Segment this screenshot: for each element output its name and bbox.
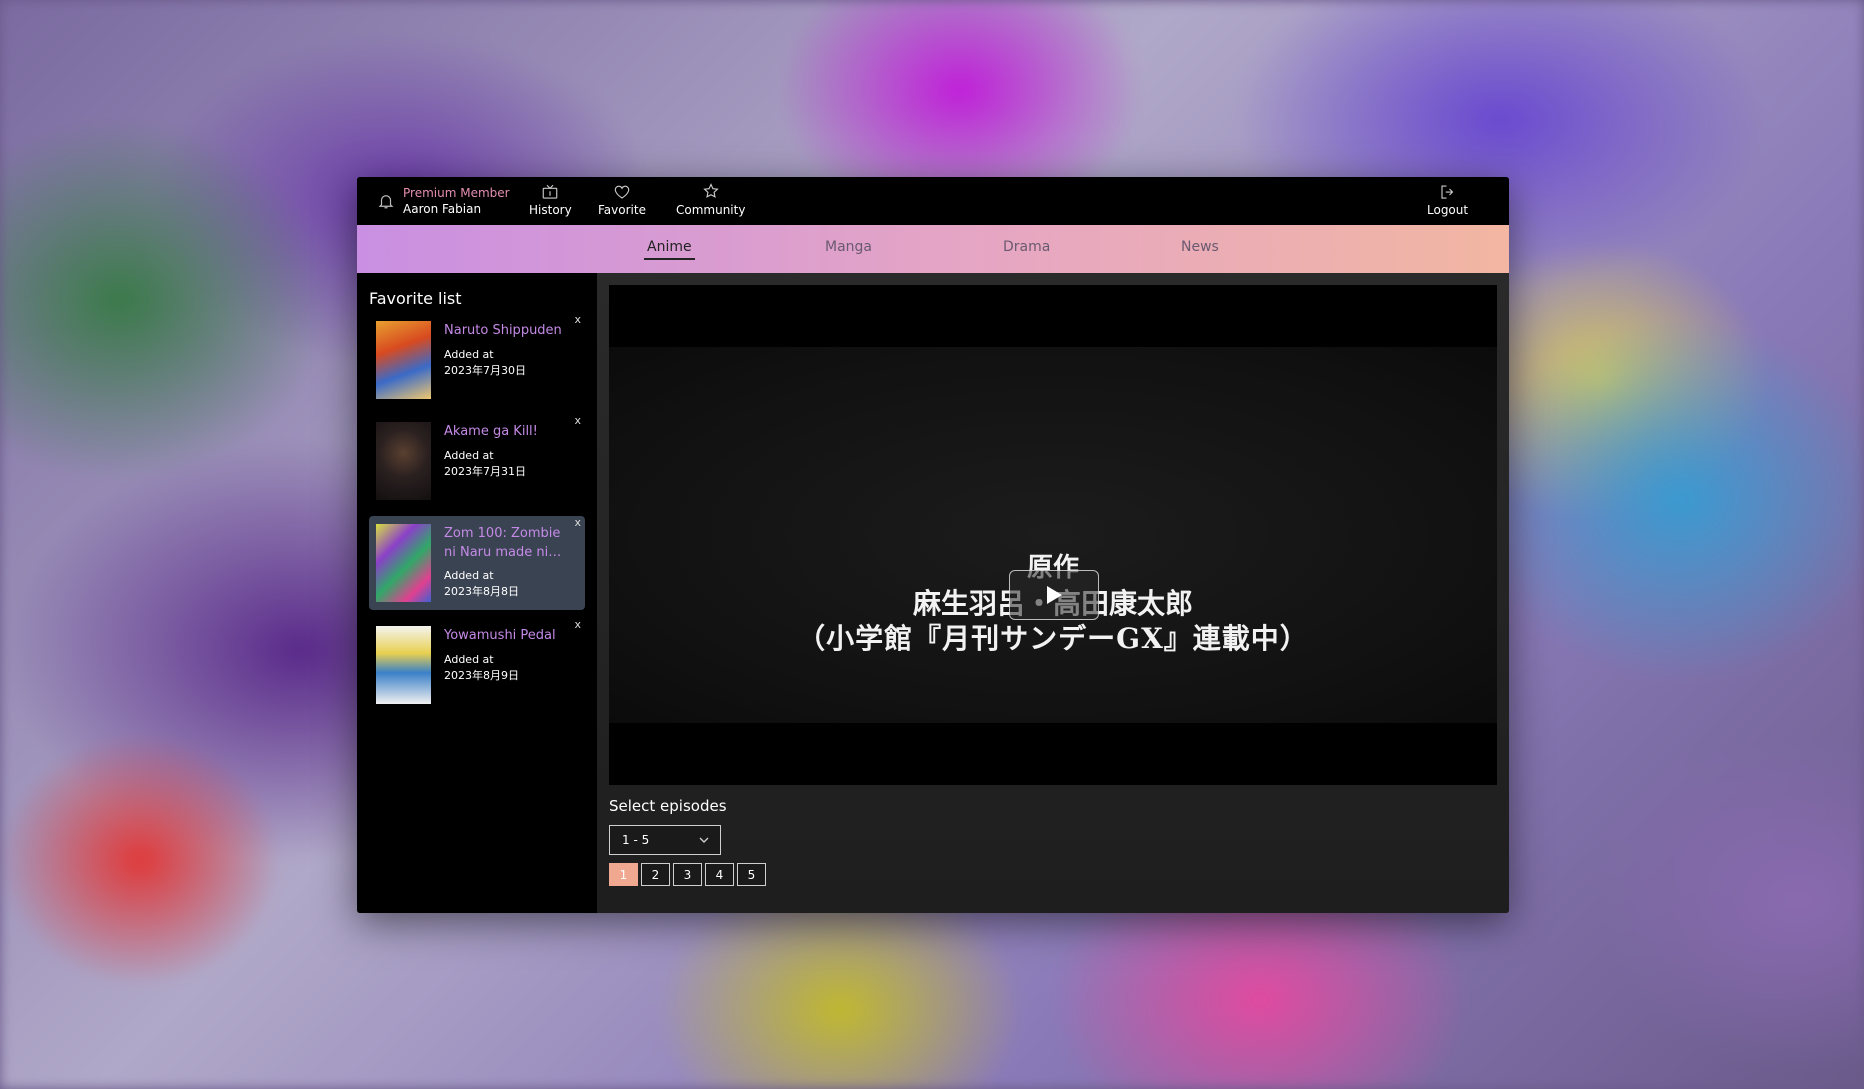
favorite-item-title[interactable]: Akame ga Kill! [444,422,576,441]
favorite-sidebar: Favorite list Naruto Shippuden Added at … [357,273,597,913]
star-person-icon [702,183,719,198]
added-date: 2023年8月8日 [444,585,519,598]
favorite-item-title[interactable]: Zom 100: Zombie ni Naru made ni Shita... [444,524,576,562]
cover-thumbnail [376,626,431,704]
cover-thumbnail [376,524,431,602]
play-button[interactable] [1009,570,1099,620]
video-frame: 原作 麻生羽呂・高田康太郎 （小学館『月刊サンデーGX』連載中） [609,347,1497,723]
episode-range-select[interactable]: 1 - 5 [609,825,721,855]
membership-tier: Premium Member [403,186,510,200]
tab-drama[interactable]: Drama [1003,239,1050,255]
nav-favorite-button[interactable]: Favorite [598,183,646,217]
username: Aaron Fabian [403,202,482,216]
added-date: 2023年8月9日 [444,669,519,682]
favorite-item[interactable]: Yowamushi Pedal Added at 2023年8月9日 x [369,618,585,712]
favorite-item-title[interactable]: Naruto Shippuden [444,321,576,340]
logout-label: Logout [1427,203,1469,217]
added-label: Added at [444,449,494,462]
episode-button-4[interactable]: 4 [705,863,734,886]
member-info[interactable]: Premium Member Aaron Fabian [377,185,510,217]
category-tabs: Anime Manga Drama News [357,225,1509,273]
app-window: Premium Member Aaron Fabian History Favo… [357,177,1509,913]
episode-button-5[interactable]: 5 [737,863,766,886]
select-episodes-title: Select episodes [609,797,727,815]
favorite-item-title[interactable]: Yowamushi Pedal [444,626,576,645]
episode-pagination: 1 2 3 4 5 [609,863,766,886]
episode-button-1[interactable]: 1 [609,863,638,886]
play-icon [1047,586,1062,604]
favorite-item[interactable]: Naruto Shippuden Added at 2023年7月30日 x [369,313,585,407]
remove-favorite-button[interactable]: x [574,313,581,326]
added-label: Added at [444,653,494,666]
added-label: Added at [444,348,494,361]
bell-icon [378,195,394,209]
cover-thumbnail [376,321,431,399]
nav-history-button[interactable]: History [529,183,572,217]
added-label: Added at [444,569,494,582]
favorite-item-selected[interactable]: Zom 100: Zombie ni Naru made ni Shita...… [369,516,585,610]
favorite-list-title: Favorite list [369,289,462,308]
main-content: 原作 麻生羽呂・高田康太郎 （小学館『月刊サンデーGX』連載中） Select … [597,273,1509,913]
remove-favorite-button[interactable]: x [574,618,581,631]
top-bar: Premium Member Aaron Fabian History Favo… [357,177,1509,225]
logout-button[interactable]: Logout [1427,183,1468,217]
added-date: 2023年7月30日 [444,364,526,377]
nav-community-label: Community [676,203,746,217]
remove-favorite-button[interactable]: x [574,516,581,529]
tab-anime[interactable]: Anime [644,239,695,260]
cover-thumbnail [376,422,431,500]
favorite-item[interactable]: Akame ga Kill! Added at 2023年7月31日 x [369,414,585,508]
tab-manga[interactable]: Manga [825,239,872,255]
heart-icon [614,185,630,199]
episode-button-3[interactable]: 3 [673,863,702,886]
episode-range-value: 1 - 5 [622,833,650,847]
nav-history-label: History [529,203,572,217]
episode-button-2[interactable]: 2 [641,863,670,886]
chevron-down-icon [699,837,709,843]
video-player[interactable]: 原作 麻生羽呂・高田康太郎 （小学館『月刊サンデーGX』連載中） [609,285,1497,785]
added-date: 2023年7月31日 [444,465,526,478]
remove-favorite-button[interactable]: x [574,414,581,427]
logout-icon [1440,185,1453,199]
nav-favorite-label: Favorite [598,203,646,217]
nav-community-button[interactable]: Community [676,183,745,217]
subtitle-line: （小学館『月刊サンデーGX』連載中） [797,622,1309,655]
history-icon [543,184,558,199]
tab-news[interactable]: News [1181,239,1219,255]
